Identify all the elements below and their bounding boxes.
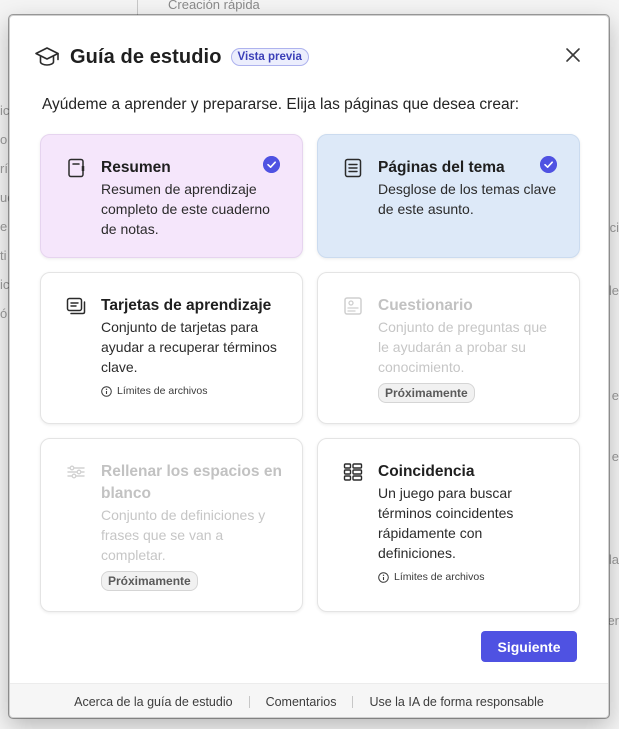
card-resumen[interactable]: Resumen Resumen de aprendizaje completo … xyxy=(40,134,303,258)
footer-separator xyxy=(248,695,250,708)
file-limits-label: Límites de archivos xyxy=(394,571,485,583)
coming-soon-badge: Próximamente xyxy=(101,571,198,591)
card-title: Resumen xyxy=(101,159,171,176)
sliders-icon xyxy=(67,465,85,479)
dialog-subtitle: Ayúdeme a aprender y prepararse. Elija l… xyxy=(42,96,520,113)
card-title: Tarjetas de aprendizaje xyxy=(101,297,272,314)
card-paginas-tema[interactable]: Páginas del tema Desglose de los temas c… xyxy=(317,134,580,258)
background-fragment: le xyxy=(608,283,619,298)
card-rellenar: Rellenar los espacios en blanco Conjunto… xyxy=(40,438,303,612)
flashcards-icon xyxy=(66,297,86,315)
background-fragment: er xyxy=(607,613,619,628)
study-guide-dialog: Guía de estudio Vista previa Ayúdeme a a… xyxy=(9,15,609,718)
checkmark-icon xyxy=(263,156,280,173)
grid-match-icon xyxy=(343,463,363,481)
file-limits-note[interactable]: Límites de archivos xyxy=(378,571,484,583)
close-icon[interactable] xyxy=(564,46,582,64)
next-button[interactable]: Siguiente xyxy=(481,631,577,662)
card-description: Conjunto de preguntas que le ayudarán a … xyxy=(378,319,547,375)
card-title: Coincidencia xyxy=(378,463,475,480)
dialog-title: Guía de estudio xyxy=(70,45,222,68)
background-divider xyxy=(137,0,138,16)
dialog-header: Guía de estudio Vista previa xyxy=(34,42,309,72)
card-description: Desglose de los temas clave de este asun… xyxy=(378,181,557,217)
card-title: Cuestionario xyxy=(378,297,473,314)
background-fragment: ci xyxy=(609,220,619,235)
background-fragment: la xyxy=(608,552,619,567)
footer-separator xyxy=(352,695,354,708)
footer-link-about[interactable]: Acerca de la guía de estudio xyxy=(74,695,232,709)
graduation-cap-icon xyxy=(35,47,59,66)
info-icon xyxy=(101,385,112,397)
preview-badge: Vista previa xyxy=(230,48,309,66)
background-fragment: e xyxy=(611,388,619,403)
card-description: Un juego para buscar términos coincident… xyxy=(378,485,514,561)
info-icon xyxy=(378,571,389,583)
checkmark-icon xyxy=(540,156,557,173)
card-description: Conjunto de tarjetas para ayudar a recup… xyxy=(101,319,277,375)
background-top-label: Creación rápida xyxy=(168,0,260,12)
card-tarjetas[interactable]: Tarjetas de aprendizaje Conjunto de tarj… xyxy=(40,272,303,424)
quiz-icon xyxy=(344,297,362,315)
dialog-footer: Acerca de la guía de estudio Comentarios… xyxy=(10,683,608,717)
notebook-icon xyxy=(68,158,85,178)
document-lines-icon xyxy=(344,158,362,178)
card-description: Resumen de aprendizaje completo de este … xyxy=(101,181,270,237)
card-coincidencia[interactable]: Coincidencia Un juego para buscar términ… xyxy=(317,438,580,612)
card-title: Páginas del tema xyxy=(378,159,505,176)
coming-soon-badge: Próximamente xyxy=(378,383,475,403)
background-fragment: e xyxy=(611,449,619,464)
card-description: Conjunto de definiciones y frases que se… xyxy=(101,507,266,563)
file-limits-note[interactable]: Límites de archivos xyxy=(101,385,207,397)
file-limits-label: Límites de archivos xyxy=(117,385,208,397)
card-cuestionario: Cuestionario Conjunto de preguntas que l… xyxy=(317,272,580,424)
footer-link-responsible-ai[interactable]: Use la IA de forma responsable xyxy=(369,695,543,709)
card-title: Rellenar los espacios en blanco xyxy=(101,463,282,502)
footer-link-feedback[interactable]: Comentarios xyxy=(266,695,337,709)
